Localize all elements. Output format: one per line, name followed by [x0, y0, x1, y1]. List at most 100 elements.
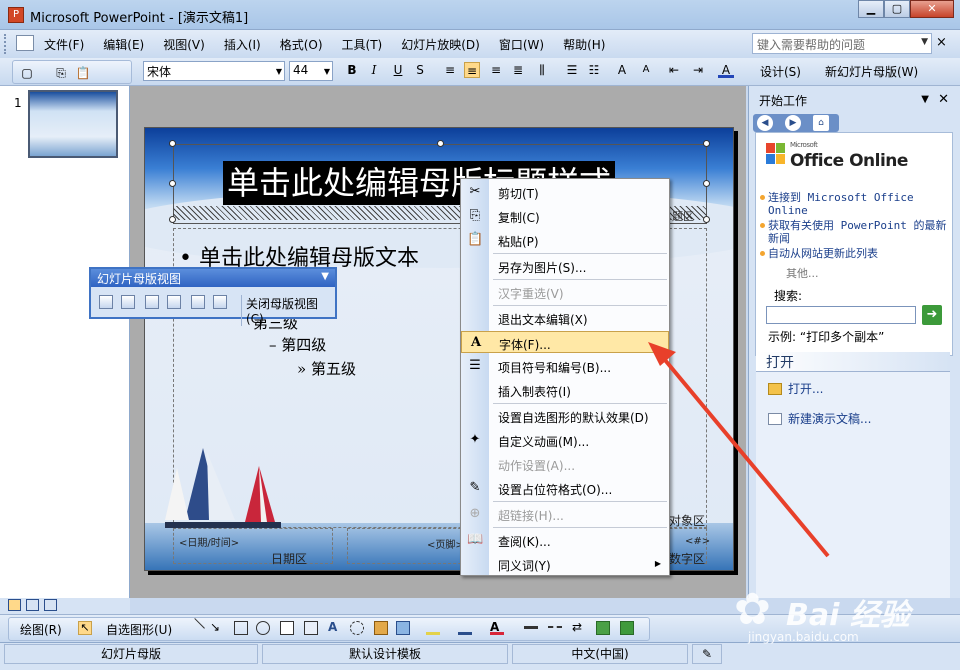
increase-indent-icon[interactable]: ⇥ [690, 62, 706, 78]
more-link[interactable]: 其他... [786, 265, 819, 281]
resize-handle[interactable] [703, 180, 710, 187]
back-icon[interactable]: ◀ [757, 115, 773, 131]
close-task-pane-icon[interactable]: ✕ [938, 92, 949, 107]
body-level4-text[interactable]: – 第四级 [269, 334, 326, 355]
menu-item-autoshape-defaults[interactable]: 设置自选图形的默认效果(D) [461, 405, 669, 427]
powerpoint-app-icon[interactable]: P [8, 7, 24, 23]
chevron-down-icon[interactable]: ▼ [921, 94, 929, 105]
line-color-icon[interactable] [458, 621, 472, 635]
menu-item-custom-animation[interactable]: ✦ 自定义动画(M)... [461, 429, 669, 451]
close-document-button[interactable]: × [936, 35, 947, 50]
menu-item-bullets-numbering[interactable]: ☰ 项目符号和编号(B)... [461, 355, 669, 377]
maximize-button[interactable]: ▢ [884, 0, 910, 18]
menu-window[interactable]: 窗口(W) [499, 36, 544, 53]
menu-view[interactable]: 视图(V) [163, 36, 205, 53]
menu-edit[interactable]: 编辑(E) [103, 36, 144, 53]
dash-style-icon[interactable] [548, 626, 562, 640]
help-question-input[interactable]: 键入需要帮助的问题 ▼ [752, 33, 932, 54]
resize-handle[interactable] [169, 140, 176, 147]
slideshow-view-icon[interactable] [44, 599, 57, 611]
font-color-icon[interactable]: A [718, 62, 734, 78]
menu-item-font[interactable]: A 字体(F)... [461, 331, 669, 353]
resize-handle[interactable] [169, 216, 176, 223]
align-center-icon[interactable]: ≡ [464, 62, 480, 78]
shadow-icon[interactable]: S [412, 62, 428, 78]
forward-icon[interactable]: ▶ [785, 115, 801, 131]
resize-handle[interactable] [703, 140, 710, 147]
numbering-icon[interactable]: ☰ [564, 62, 580, 78]
textbox-icon[interactable] [280, 621, 294, 635]
floating-toolbar-header[interactable]: 幻灯片母版视图 ▼ [91, 269, 335, 287]
close-window-button[interactable]: ✕ [910, 0, 954, 18]
shadow-style-icon[interactable] [596, 621, 610, 635]
delete-master-icon[interactable] [145, 295, 159, 309]
insert-title-master-icon[interactable] [121, 295, 135, 309]
increase-font-icon[interactable]: A [614, 62, 630, 78]
slide-thumbnail[interactable] [28, 90, 118, 158]
insert-slide-master-icon[interactable] [99, 295, 113, 309]
close-master-view-button[interactable]: 关闭母版视图(C) [241, 295, 335, 326]
new-slide-master-button[interactable]: 新幻灯片母版(W) [825, 63, 918, 80]
menu-item-paste[interactable]: 📋 粘贴(P) [461, 229, 669, 251]
resize-handle[interactable] [703, 216, 710, 223]
decrease-font-icon[interactable]: A [638, 62, 654, 78]
menu-tools[interactable]: 工具(T) [342, 36, 383, 53]
search-go-icon[interactable]: ➜ [922, 305, 942, 325]
select-objects-icon[interactable]: ↖ [78, 621, 92, 635]
paste-icon[interactable]: 📋 [75, 65, 91, 81]
new-document-icon[interactable]: ▢ [19, 65, 35, 81]
menu-slideshow[interactable]: 幻灯片放映(D) [401, 36, 480, 53]
clipart-icon[interactable] [374, 621, 388, 635]
underline-icon[interactable]: U [390, 62, 406, 78]
distribute-icon[interactable]: ⫼ [534, 62, 550, 78]
align-left-icon[interactable]: ≡ [442, 62, 458, 78]
fill-color-icon[interactable] [426, 621, 440, 635]
oval-icon[interactable] [256, 621, 270, 635]
font-name-select[interactable]: 宋体 ▼ [143, 61, 285, 81]
link-auto-update[interactable]: 自动从网站更新此列表 [760, 247, 950, 260]
menu-item-lookup[interactable]: 📖 查阅(K)... [461, 529, 669, 551]
menu-file[interactable]: 文件(F) [44, 36, 84, 53]
menu-item-insert-tab[interactable]: 插入制表符(I) [461, 379, 669, 401]
picture-icon[interactable] [396, 621, 410, 635]
home-icon[interactable]: ⌂ [813, 115, 829, 131]
menu-format[interactable]: 格式(O) [280, 36, 323, 53]
menu-item-copy[interactable]: ⎘ 复制(C) [461, 205, 669, 227]
font-size-select[interactable]: 44 ▼ [289, 61, 333, 81]
justify-icon[interactable]: ≣ [510, 62, 526, 78]
new-presentation-link[interactable]: 新建演示文稿... [768, 410, 871, 427]
menu-item-exit-text-edit[interactable]: 退出文本编辑(X) [461, 307, 669, 329]
decrease-indent-icon[interactable]: ⇤ [666, 62, 682, 78]
font-color-icon[interactable]: A [490, 621, 504, 635]
bold-icon[interactable]: B [344, 62, 360, 78]
document-menu-icon[interactable] [16, 35, 34, 51]
line-style-icon[interactable] [524, 626, 538, 640]
minimize-button[interactable]: ▁ [858, 0, 884, 18]
chevron-down-icon[interactable]: ▼ [276, 67, 282, 76]
autoshapes-menu-button[interactable]: 自选图形(U) [106, 621, 172, 638]
align-right-icon[interactable]: ≡ [488, 62, 504, 78]
preserve-master-icon[interactable] [167, 295, 181, 309]
link-latest-news[interactable]: 获取有关使用 PowerPoint 的最新新闻 [760, 219, 950, 245]
menu-item-save-as-picture[interactable]: 另存为图片(S)... [461, 255, 669, 277]
rectangle-icon[interactable] [234, 621, 248, 635]
menu-item-format-placeholder[interactable]: ✎ 设置占位符格式(O)... [461, 477, 669, 499]
diagram-icon[interactable] [350, 621, 364, 635]
italic-icon[interactable]: I [366, 62, 382, 78]
copy-icon[interactable]: ⎘ [53, 65, 69, 81]
chevron-down-icon[interactable]: ▼ [321, 271, 329, 282]
resize-handle[interactable] [437, 140, 444, 147]
draw-menu-button[interactable]: 绘图(R) [20, 621, 62, 638]
design-button[interactable]: 设计(S) [760, 63, 801, 80]
arrow-style-icon[interactable]: ⇄ [572, 621, 586, 635]
3d-style-icon[interactable] [620, 621, 634, 635]
open-file-link[interactable]: 打开... [768, 380, 823, 397]
vertical-textbox-icon[interactable] [304, 621, 318, 635]
normal-view-icon[interactable] [8, 599, 21, 611]
menu-item-synonyms[interactable]: 同义词(Y) ▶ [461, 553, 669, 575]
link-connect-office-online[interactable]: 连接到 Microsoft Office Online [760, 191, 950, 217]
chevron-down-icon[interactable]: ▼ [921, 37, 928, 47]
master-layout-icon[interactable] [213, 295, 227, 309]
menu-help[interactable]: 帮助(H) [563, 36, 605, 53]
slide-sorter-icon[interactable] [26, 599, 39, 611]
